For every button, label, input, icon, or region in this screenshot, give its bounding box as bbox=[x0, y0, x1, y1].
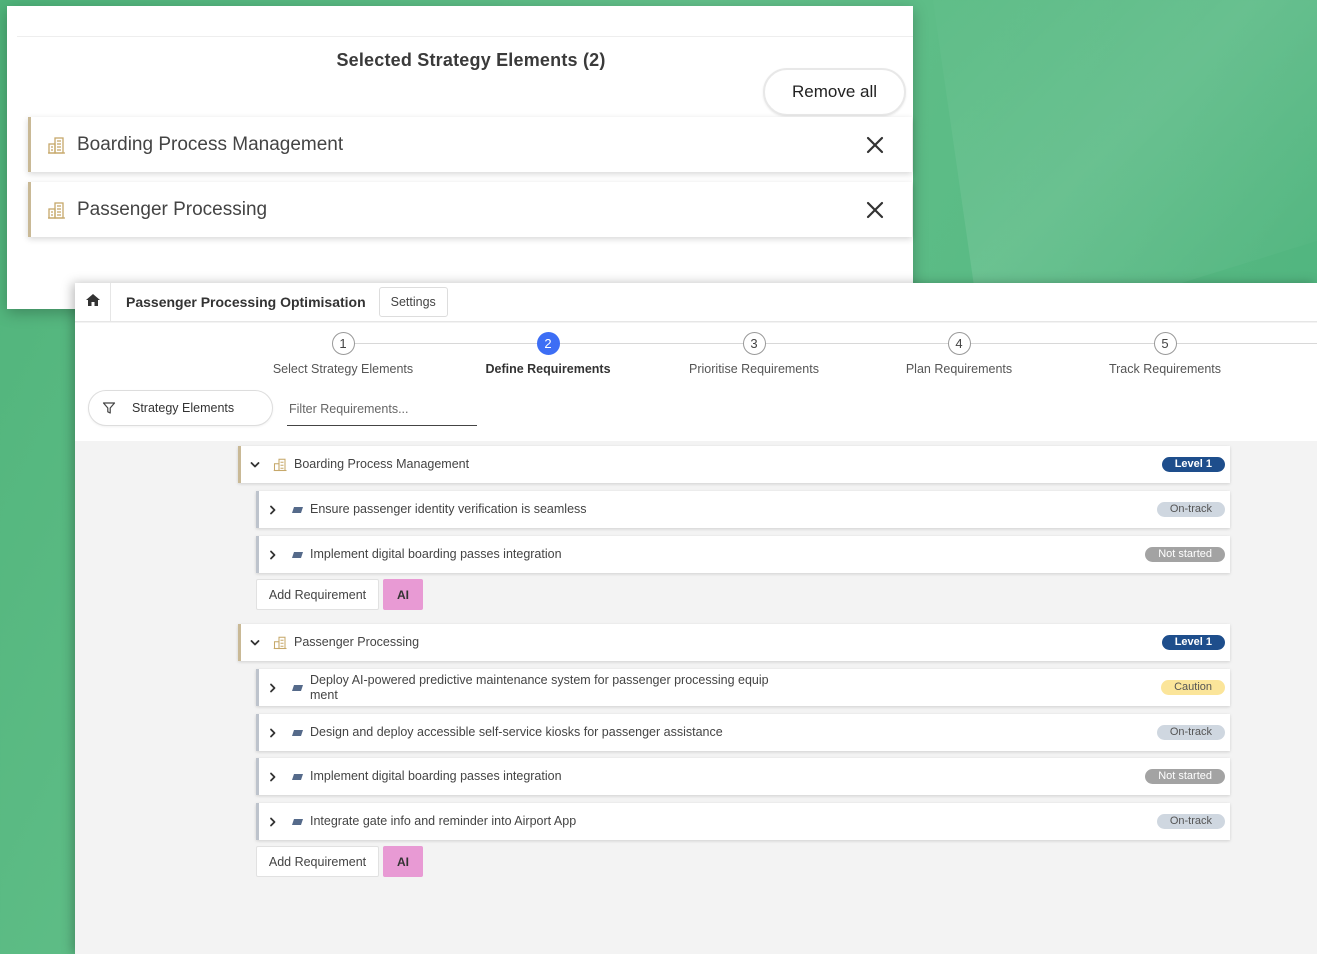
building-icon bbox=[47, 199, 69, 221]
requirement-row[interactable]: Implement digital boarding passes integr… bbox=[256, 758, 1230, 795]
chevron-down-icon[interactable] bbox=[244, 446, 266, 483]
status-badge: Not started bbox=[1145, 547, 1225, 562]
status-badge: On-track bbox=[1156, 502, 1225, 517]
home-button[interactable] bbox=[75, 282, 111, 322]
strategy-element-row[interactable]: Boarding Process Management Level 1 bbox=[238, 446, 1230, 483]
requirement-text: Implement digital boarding passes integr… bbox=[310, 547, 562, 562]
top-bar: Passenger Processing Optimisation Settin… bbox=[75, 282, 1317, 322]
step-number: 3 bbox=[742, 332, 766, 355]
selected-element-label: Passenger Processing bbox=[77, 198, 268, 220]
chevron-right-icon[interactable] bbox=[262, 803, 284, 840]
status-badge: On-track bbox=[1156, 725, 1225, 740]
status-badge: On-track bbox=[1156, 814, 1225, 829]
chevron-right-icon[interactable] bbox=[262, 536, 284, 573]
level-badge: Level 1 bbox=[1161, 457, 1225, 472]
step-5[interactable]: 5 Track Requirements bbox=[1085, 332, 1245, 376]
close-icon[interactable] bbox=[862, 132, 888, 158]
stepper: 1 Select Strategy Elements 2 Define Requ… bbox=[75, 323, 1317, 441]
chevron-right-icon[interactable] bbox=[262, 669, 284, 706]
status-badge: Caution bbox=[1161, 680, 1225, 695]
ai-button[interactable]: AI bbox=[383, 579, 423, 610]
selected-element-card: Boarding Process Management bbox=[28, 117, 912, 172]
filter-icon bbox=[102, 401, 116, 415]
remove-all-button[interactable]: Remove all bbox=[763, 68, 906, 116]
requirement-row[interactable]: Implement digital boarding passes integr… bbox=[256, 536, 1230, 573]
requirement-icon bbox=[291, 817, 305, 827]
strategy-elements-filter[interactable]: Strategy Elements bbox=[88, 390, 273, 426]
requirement-text: Integrate gate info and reminder into Ai… bbox=[310, 814, 577, 829]
requirement-icon bbox=[291, 505, 305, 515]
step-3[interactable]: 3 Prioritise Requirements bbox=[674, 332, 834, 376]
home-icon bbox=[85, 293, 101, 312]
building-icon bbox=[273, 635, 289, 651]
step-number: 2 bbox=[536, 332, 560, 355]
requirement-row[interactable]: Integrate gate info and reminder into Ai… bbox=[256, 803, 1230, 840]
chevron-right-icon[interactable] bbox=[262, 714, 284, 751]
step-label: Prioritise Requirements bbox=[689, 362, 819, 376]
building-icon bbox=[47, 134, 69, 156]
step-number: 5 bbox=[1153, 332, 1177, 355]
selected-elements-panel: Selected Strategy Elements (2) Remove al… bbox=[7, 6, 913, 309]
selected-element-card: Passenger Processing bbox=[28, 182, 912, 237]
step-4[interactable]: 4 Plan Requirements bbox=[879, 332, 1039, 376]
requirements-window: Passenger Processing Optimisation Settin… bbox=[75, 282, 1317, 954]
requirement-text: Implement digital boarding passes integr… bbox=[310, 769, 562, 784]
chevron-down-icon[interactable] bbox=[244, 624, 266, 661]
requirement-text: Deploy AI-powered predictive maintenance… bbox=[310, 673, 769, 702]
strategy-element-name: Boarding Process Management bbox=[294, 457, 470, 472]
level-badge: Level 1 bbox=[1161, 635, 1225, 650]
close-icon[interactable] bbox=[862, 197, 888, 223]
requirement-text: Design and deploy accessible self-servic… bbox=[310, 725, 723, 740]
requirement-row[interactable]: Design and deploy accessible self-servic… bbox=[256, 714, 1230, 751]
step-number: 1 bbox=[331, 332, 355, 355]
filter-requirements-input[interactable] bbox=[287, 393, 477, 426]
settings-button[interactable]: Settings bbox=[378, 287, 448, 317]
chevron-right-icon[interactable] bbox=[262, 491, 284, 528]
step-label: Select Strategy Elements bbox=[272, 362, 414, 376]
step-label: Plan Requirements bbox=[905, 362, 1013, 376]
chevron-right-icon[interactable] bbox=[262, 758, 284, 795]
step-2[interactable]: 2 Define Requirements bbox=[468, 332, 628, 376]
building-icon bbox=[273, 457, 289, 473]
strategy-element-name: Passenger Processing bbox=[294, 635, 420, 650]
background-decoration bbox=[933, 0, 1317, 300]
ai-button[interactable]: AI bbox=[383, 846, 423, 877]
page-title: Passenger Processing Optimisation bbox=[126, 294, 366, 310]
step-1[interactable]: 1 Select Strategy Elements bbox=[263, 332, 423, 376]
step-number: 4 bbox=[947, 332, 971, 355]
requirement-row[interactable]: Deploy AI-powered predictive maintenance… bbox=[256, 669, 1230, 706]
requirement-icon bbox=[291, 683, 305, 693]
requirement-icon bbox=[291, 728, 305, 738]
step-label: Track Requirements bbox=[1108, 362, 1222, 376]
step-label: Define Requirements bbox=[485, 362, 611, 376]
add-requirement-button[interactable]: Add Requirement bbox=[256, 579, 379, 610]
status-badge: Not started bbox=[1145, 769, 1225, 784]
requirement-icon bbox=[291, 772, 305, 782]
requirement-icon bbox=[291, 550, 305, 560]
add-requirement-button[interactable]: Add Requirement bbox=[256, 846, 379, 877]
requirement-row[interactable]: Ensure passenger identity verification i… bbox=[256, 491, 1230, 528]
selected-element-label: Boarding Process Management bbox=[77, 133, 344, 155]
strategy-element-row[interactable]: Passenger Processing Level 1 bbox=[238, 624, 1230, 661]
requirement-text: Ensure passenger identity verification i… bbox=[310, 502, 587, 517]
filter-label: Strategy Elements bbox=[132, 401, 235, 415]
